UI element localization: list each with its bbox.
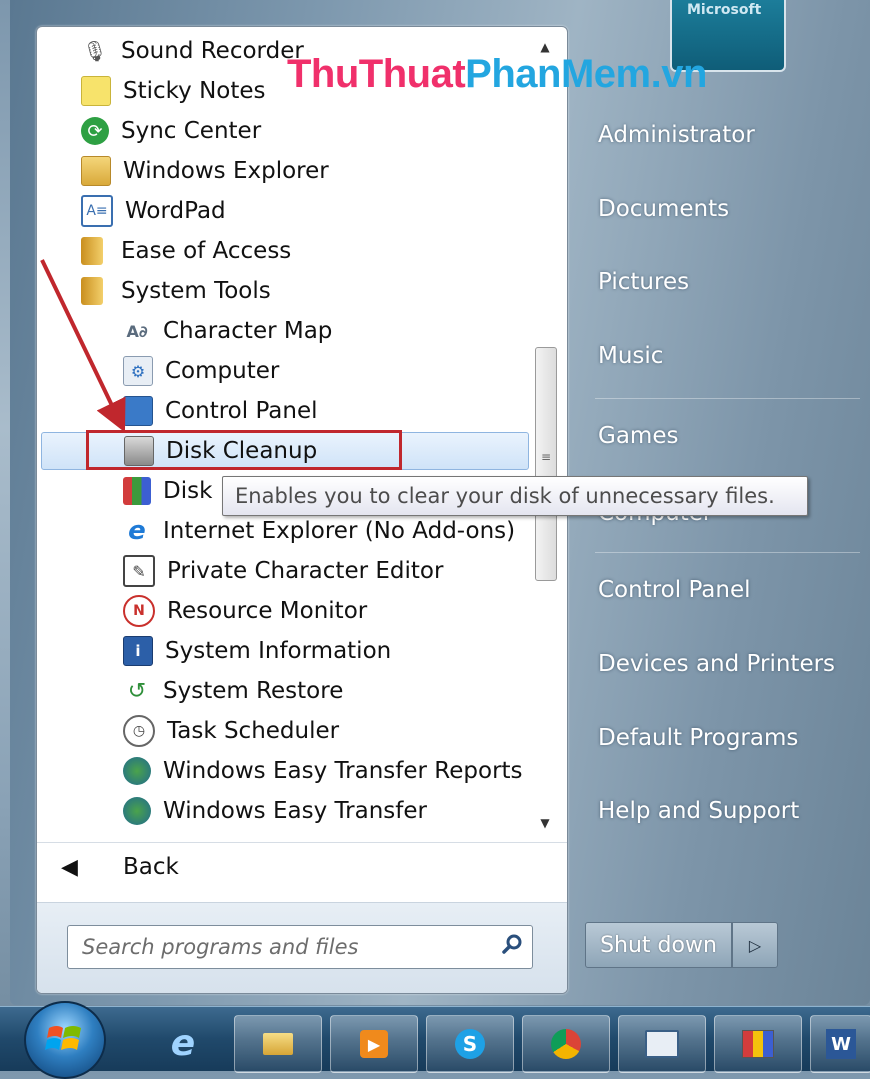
right-item-documents[interactable]: Documents: [598, 196, 729, 222]
search-area: [37, 902, 567, 993]
back-arrow-icon: ◀: [61, 854, 78, 880]
back-button[interactable]: ◀ Back: [37, 842, 567, 891]
program-label: System Information: [165, 638, 392, 664]
disk-defrag-icon: [123, 477, 151, 505]
program-label: Windows Explorer: [123, 158, 329, 184]
scroll-thumb[interactable]: ≡: [535, 347, 557, 581]
program-label: Windows Easy Transfer Reports: [163, 758, 523, 784]
sticky-notes-icon: [81, 76, 111, 106]
right-item-devices-and-printers[interactable]: Devices and Printers: [598, 651, 835, 677]
program-easy-transfer[interactable]: Windows Easy Transfer: [123, 792, 427, 830]
right-item-games[interactable]: Games: [598, 423, 678, 449]
program-label: Internet Explorer (No Add-ons): [163, 518, 516, 544]
scroll-grip-icon: ≡: [541, 450, 552, 464]
easy-transfer-icon: [123, 757, 151, 785]
explorer-folder-icon: [81, 156, 111, 186]
system-information-icon: i: [123, 636, 153, 666]
program-label: System Tools: [121, 278, 271, 304]
taskbar-chrome-icon[interactable]: [522, 1015, 610, 1073]
right-panel-separator: [595, 552, 860, 553]
taskbar-internet-explorer-icon[interactable]: e: [140, 1015, 226, 1071]
shutdown-button[interactable]: Shut down: [585, 922, 732, 968]
program-private-character-editor[interactable]: ✎ Private Character Editor: [123, 552, 443, 590]
program-label: Private Character Editor: [167, 558, 444, 584]
program-disk-defragmenter[interactable]: Disk D: [123, 472, 237, 510]
right-item-administrator[interactable]: Administrator: [598, 122, 755, 148]
program-system-information[interactable]: i System Information: [123, 632, 391, 670]
watermark-part1: ThuThuat: [287, 52, 466, 96]
program-label: Ease of Access: [121, 238, 292, 264]
program-sound-recorder[interactable]: 🎙 Sound Recorder: [81, 32, 304, 70]
program-computer[interactable]: ⚙ Computer: [123, 352, 279, 390]
program-label: Sync Center: [121, 118, 262, 144]
sync-icon: ⟳: [81, 117, 109, 145]
shutdown-options-arrow-icon[interactable]: ▷: [732, 922, 778, 968]
program-label: System Restore: [163, 678, 344, 704]
right-item-default-programs[interactable]: Default Programs: [598, 725, 798, 751]
right-panel-separator: [595, 398, 860, 399]
taskbar: e ▶ S W: [0, 1001, 870, 1079]
program-sticky-notes[interactable]: Sticky Notes: [81, 72, 266, 110]
internet-explorer-icon: e: [128, 516, 146, 546]
search-box: [67, 925, 533, 969]
program-label: Computer: [165, 358, 280, 384]
taskbar-skype-icon[interactable]: S: [426, 1015, 514, 1073]
disk-cleanup-tooltip: Enables you to clear your disk of unnece…: [222, 476, 808, 516]
program-label: Task Scheduler: [167, 718, 340, 744]
user-picture-text: Microsoft: [687, 2, 762, 18]
taskbar-paint-icon[interactable]: [714, 1015, 802, 1073]
program-label: WordPad: [125, 198, 226, 224]
program-list-scrollbar[interactable]: ▲ ≡ ▼: [533, 35, 557, 835]
start-button-windows-icon[interactable]: [24, 1001, 106, 1079]
watermark-part2: PhanMem.vn: [465, 52, 707, 96]
program-label: Resource Monitor: [167, 598, 368, 624]
resource-monitor-icon: N: [123, 595, 155, 627]
program-sync-center[interactable]: ⟳ Sync Center: [81, 112, 261, 150]
right-item-control-panel[interactable]: Control Panel: [598, 577, 751, 603]
taskbar-word-icon[interactable]: W: [810, 1015, 870, 1073]
taskbar-media-player-icon[interactable]: ▶: [330, 1015, 418, 1073]
search-input[interactable]: [80, 934, 492, 960]
search-icon[interactable]: [492, 933, 532, 961]
easy-transfer-icon: [123, 797, 151, 825]
taskbar-remote-desktop-icon[interactable]: [618, 1015, 706, 1073]
program-internet-explorer-no-addons[interactable]: e Internet Explorer (No Add-ons): [123, 512, 515, 550]
annotation-red-arrow: [40, 259, 126, 433]
program-label: Windows Easy Transfer: [163, 798, 427, 824]
program-label: Character Map: [163, 318, 333, 344]
program-easy-transfer-reports[interactable]: Windows Easy Transfer Reports: [123, 752, 523, 790]
back-label: Back: [123, 854, 179, 880]
microphone-icon: 🎙: [82, 39, 108, 63]
program-label: Sticky Notes: [123, 78, 266, 104]
annotation-highlight-box: [86, 430, 402, 470]
program-label: Control Panel: [165, 398, 318, 424]
wordpad-icon: A≡: [81, 195, 113, 227]
program-control-panel[interactable]: Control Panel: [123, 392, 318, 430]
program-task-scheduler[interactable]: ◷ Task Scheduler: [123, 712, 339, 750]
program-character-map[interactable]: A∂ Character Map: [123, 312, 332, 350]
program-label: Sound Recorder: [121, 38, 304, 64]
right-item-music[interactable]: Music: [598, 343, 663, 369]
clock-icon: ◷: [123, 715, 155, 747]
program-wordpad[interactable]: A≡ WordPad: [81, 192, 226, 230]
character-editor-icon: ✎: [123, 555, 155, 587]
scroll-down-icon[interactable]: ▼: [533, 811, 557, 835]
right-item-help-and-support[interactable]: Help and Support: [598, 798, 799, 824]
watermark: ThuThuatPhanMem.vn: [287, 52, 707, 97]
program-windows-explorer[interactable]: Windows Explorer: [81, 152, 329, 190]
program-resource-monitor[interactable]: N Resource Monitor: [123, 592, 367, 630]
program-system-restore[interactable]: ↺ System Restore: [123, 672, 344, 710]
taskbar-windows-explorer-icon[interactable]: [234, 1015, 322, 1073]
right-item-pictures[interactable]: Pictures: [598, 269, 689, 295]
system-restore-icon: ↺: [127, 678, 147, 704]
